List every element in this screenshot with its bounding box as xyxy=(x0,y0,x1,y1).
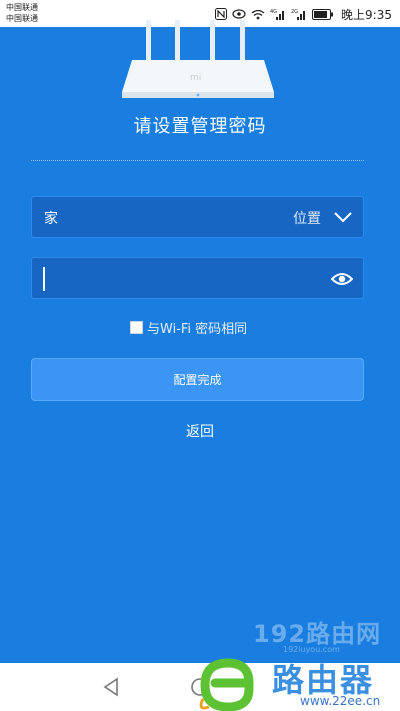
nav-back-icon[interactable] xyxy=(102,677,120,697)
eye-icon xyxy=(232,9,246,19)
router-illustration: mi xyxy=(122,20,274,98)
location-value: 家 xyxy=(44,211,58,227)
page-title: 请设置管理密码 xyxy=(133,116,267,137)
finish-config-button[interactable]: 配置完成 xyxy=(31,358,364,401)
battery-icon xyxy=(312,8,334,20)
svg-text:4G: 4G xyxy=(270,9,277,15)
wifi-icon xyxy=(251,9,265,19)
password-input[interactable] xyxy=(31,257,364,299)
svg-text:mi: mi xyxy=(190,73,201,83)
location-label: 位置 xyxy=(293,211,321,227)
signal-4g-icon: 4G xyxy=(270,9,285,20)
signal-2g-icon: 2G xyxy=(291,9,306,20)
location-select[interactable]: 家 位置 xyxy=(31,196,364,238)
nfc-icon xyxy=(215,8,228,20)
watermark-domain: www.22ee.cn xyxy=(300,694,381,708)
same-as-wifi-checkbox[interactable] xyxy=(130,320,143,334)
carrier-label-1: 中国联通 xyxy=(6,3,38,12)
text-cursor xyxy=(43,267,45,291)
watermark-e-logo xyxy=(199,658,254,711)
back-link[interactable]: 返回 xyxy=(0,421,400,441)
watermark-site-text: 192路由网 xyxy=(253,620,382,648)
watermark-site-sub: 192luyou.com xyxy=(283,645,340,654)
same-as-wifi-option[interactable]: 与Wi-Fi 密码相同 xyxy=(130,318,247,337)
divider xyxy=(31,160,364,161)
clock: 晚上9:35 xyxy=(341,7,392,22)
same-as-wifi-label[interactable]: 与Wi-Fi 密码相同 xyxy=(147,318,247,337)
carrier-label-2: 中国联通 xyxy=(6,14,38,23)
show-password-eye-icon[interactable] xyxy=(331,271,353,287)
svg-text:2G: 2G xyxy=(291,9,298,15)
chevron-down-icon[interactable] xyxy=(333,210,353,224)
